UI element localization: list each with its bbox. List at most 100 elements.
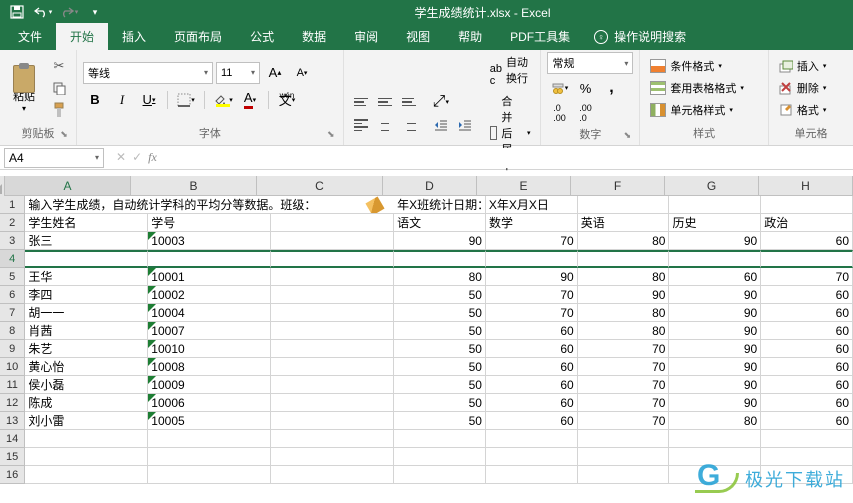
cell[interactable] — [486, 466, 578, 484]
cell[interactable]: 输入学生成绩，自动统计学科的平均分等数据。班级： — [25, 196, 364, 214]
tell-me[interactable]: ♀ 操作说明搜索 — [584, 23, 696, 50]
row-header[interactable]: 3 — [0, 232, 25, 250]
cell[interactable]: 60 — [761, 394, 853, 412]
decrease-indent-button[interactable] — [430, 115, 452, 135]
cell[interactable]: 10010 — [148, 340, 271, 358]
cell[interactable] — [578, 448, 670, 466]
save-icon[interactable] — [6, 1, 28, 23]
cell[interactable]: 90 — [669, 232, 761, 250]
cell[interactable] — [271, 214, 394, 232]
cell[interactable] — [271, 376, 394, 394]
increase-font-button[interactable]: A▴ — [263, 62, 287, 84]
comma-button[interactable]: , — [599, 77, 623, 99]
row-header[interactable]: 14 — [0, 430, 25, 448]
cell[interactable] — [669, 196, 761, 214]
cell[interactable] — [271, 286, 394, 304]
cell[interactable]: 90 — [669, 286, 761, 304]
cell[interactable]: 90 — [669, 322, 761, 340]
cell[interactable]: 肖茜 — [25, 322, 148, 340]
column-header-G[interactable]: G — [665, 176, 759, 195]
row-header[interactable]: 12 — [0, 394, 25, 412]
cell[interactable]: 80 — [578, 304, 670, 322]
row-header[interactable]: 9 — [0, 340, 25, 358]
cell[interactable]: 语文 — [394, 214, 486, 232]
cell[interactable]: 50 — [394, 340, 486, 358]
tab-insert[interactable]: 插入 — [108, 23, 160, 50]
row-header[interactable]: 13 — [0, 412, 25, 430]
cell[interactable]: 70 — [578, 340, 670, 358]
cell[interactable]: 90 — [669, 340, 761, 358]
column-header-E[interactable]: E — [477, 176, 571, 195]
font-dialog-launcher[interactable]: ⬊ — [325, 129, 337, 141]
cell[interactable]: 80 — [578, 232, 670, 250]
conditional-format-button[interactable]: 条件格式▾ — [646, 56, 748, 76]
column-header-A[interactable]: A — [5, 176, 131, 195]
cell[interactable] — [271, 268, 394, 286]
cell[interactable] — [394, 466, 486, 484]
tab-file[interactable]: 文件 — [4, 23, 56, 50]
cell[interactable]: 历史 — [669, 214, 761, 232]
cell[interactable]: 50 — [394, 394, 486, 412]
cell[interactable] — [148, 466, 271, 484]
number-dialog-launcher[interactable]: ⬊ — [621, 130, 633, 142]
align-top-button[interactable] — [350, 92, 372, 112]
cell[interactable]: 50 — [394, 412, 486, 430]
tab-pdf[interactable]: PDF工具集 — [496, 23, 584, 50]
cell[interactable] — [761, 196, 853, 214]
cell[interactable] — [271, 250, 394, 268]
insert-cells-button[interactable]: 插入▾ — [775, 56, 831, 76]
cell[interactable] — [761, 250, 853, 268]
cell[interactable] — [271, 304, 394, 322]
cell[interactable] — [486, 430, 578, 448]
cell[interactable]: 80 — [578, 322, 670, 340]
cell[interactable]: 朱艺 — [25, 340, 148, 358]
cell[interactable]: 年X班统计日期： — [394, 196, 486, 214]
cell[interactable]: 90 — [669, 358, 761, 376]
tab-layout[interactable]: 页面布局 — [160, 23, 236, 50]
tab-review[interactable]: 审阅 — [340, 23, 392, 50]
align-middle-button[interactable] — [374, 92, 396, 112]
cell[interactable] — [25, 466, 148, 484]
clipboard-dialog-launcher[interactable]: ⬊ — [58, 129, 70, 141]
cell[interactable] — [148, 448, 271, 466]
cell[interactable]: 50 — [394, 286, 486, 304]
increase-indent-button[interactable] — [454, 115, 476, 135]
italic-button[interactable]: I — [110, 89, 134, 111]
cell[interactable]: 政治 — [761, 214, 853, 232]
decrease-font-button[interactable]: A▾ — [290, 62, 314, 84]
cell[interactable]: 60 — [761, 412, 853, 430]
row-header[interactable]: 2 — [0, 214, 25, 232]
cell[interactable]: 10003 — [148, 232, 271, 250]
cell[interactable]: 70 — [761, 268, 853, 286]
cell[interactable] — [669, 430, 761, 448]
cell[interactable] — [25, 250, 148, 268]
column-header-H[interactable]: H — [759, 176, 853, 195]
cell[interactable]: X年X月X日 — [486, 196, 578, 214]
number-format-select[interactable]: 常规▾ — [547, 52, 633, 74]
cell[interactable]: 70 — [578, 394, 670, 412]
format-table-button[interactable]: 套用表格格式▾ — [646, 78, 748, 98]
cell[interactable]: 60 — [761, 358, 853, 376]
cell[interactable]: 70 — [486, 304, 578, 322]
cell[interactable]: 侯小磊 — [25, 376, 148, 394]
row-header[interactable]: 8 — [0, 322, 25, 340]
font-name-select[interactable]: 等线▾ — [83, 62, 213, 84]
cell[interactable]: 60 — [761, 322, 853, 340]
select-all-corner[interactable] — [0, 176, 5, 196]
cell[interactable]: 60 — [669, 268, 761, 286]
cell[interactable]: 60 — [761, 340, 853, 358]
cell[interactable]: 10002 — [148, 286, 271, 304]
cell[interactable]: 70 — [486, 286, 578, 304]
tab-help[interactable]: 帮助 — [444, 23, 496, 50]
cell[interactable]: 90 — [578, 286, 670, 304]
cell[interactable]: 80 — [394, 268, 486, 286]
undo-icon[interactable]: ▾ — [32, 1, 54, 23]
cell[interactable] — [394, 250, 486, 268]
cell[interactable]: 10007 — [148, 322, 271, 340]
cell[interactable] — [578, 466, 670, 484]
cell[interactable] — [578, 250, 670, 268]
cell[interactable]: 70 — [578, 376, 670, 394]
cell[interactable]: 70 — [578, 358, 670, 376]
format-painter-button[interactable] — [48, 100, 70, 120]
cell[interactable]: 胡一一 — [25, 304, 148, 322]
